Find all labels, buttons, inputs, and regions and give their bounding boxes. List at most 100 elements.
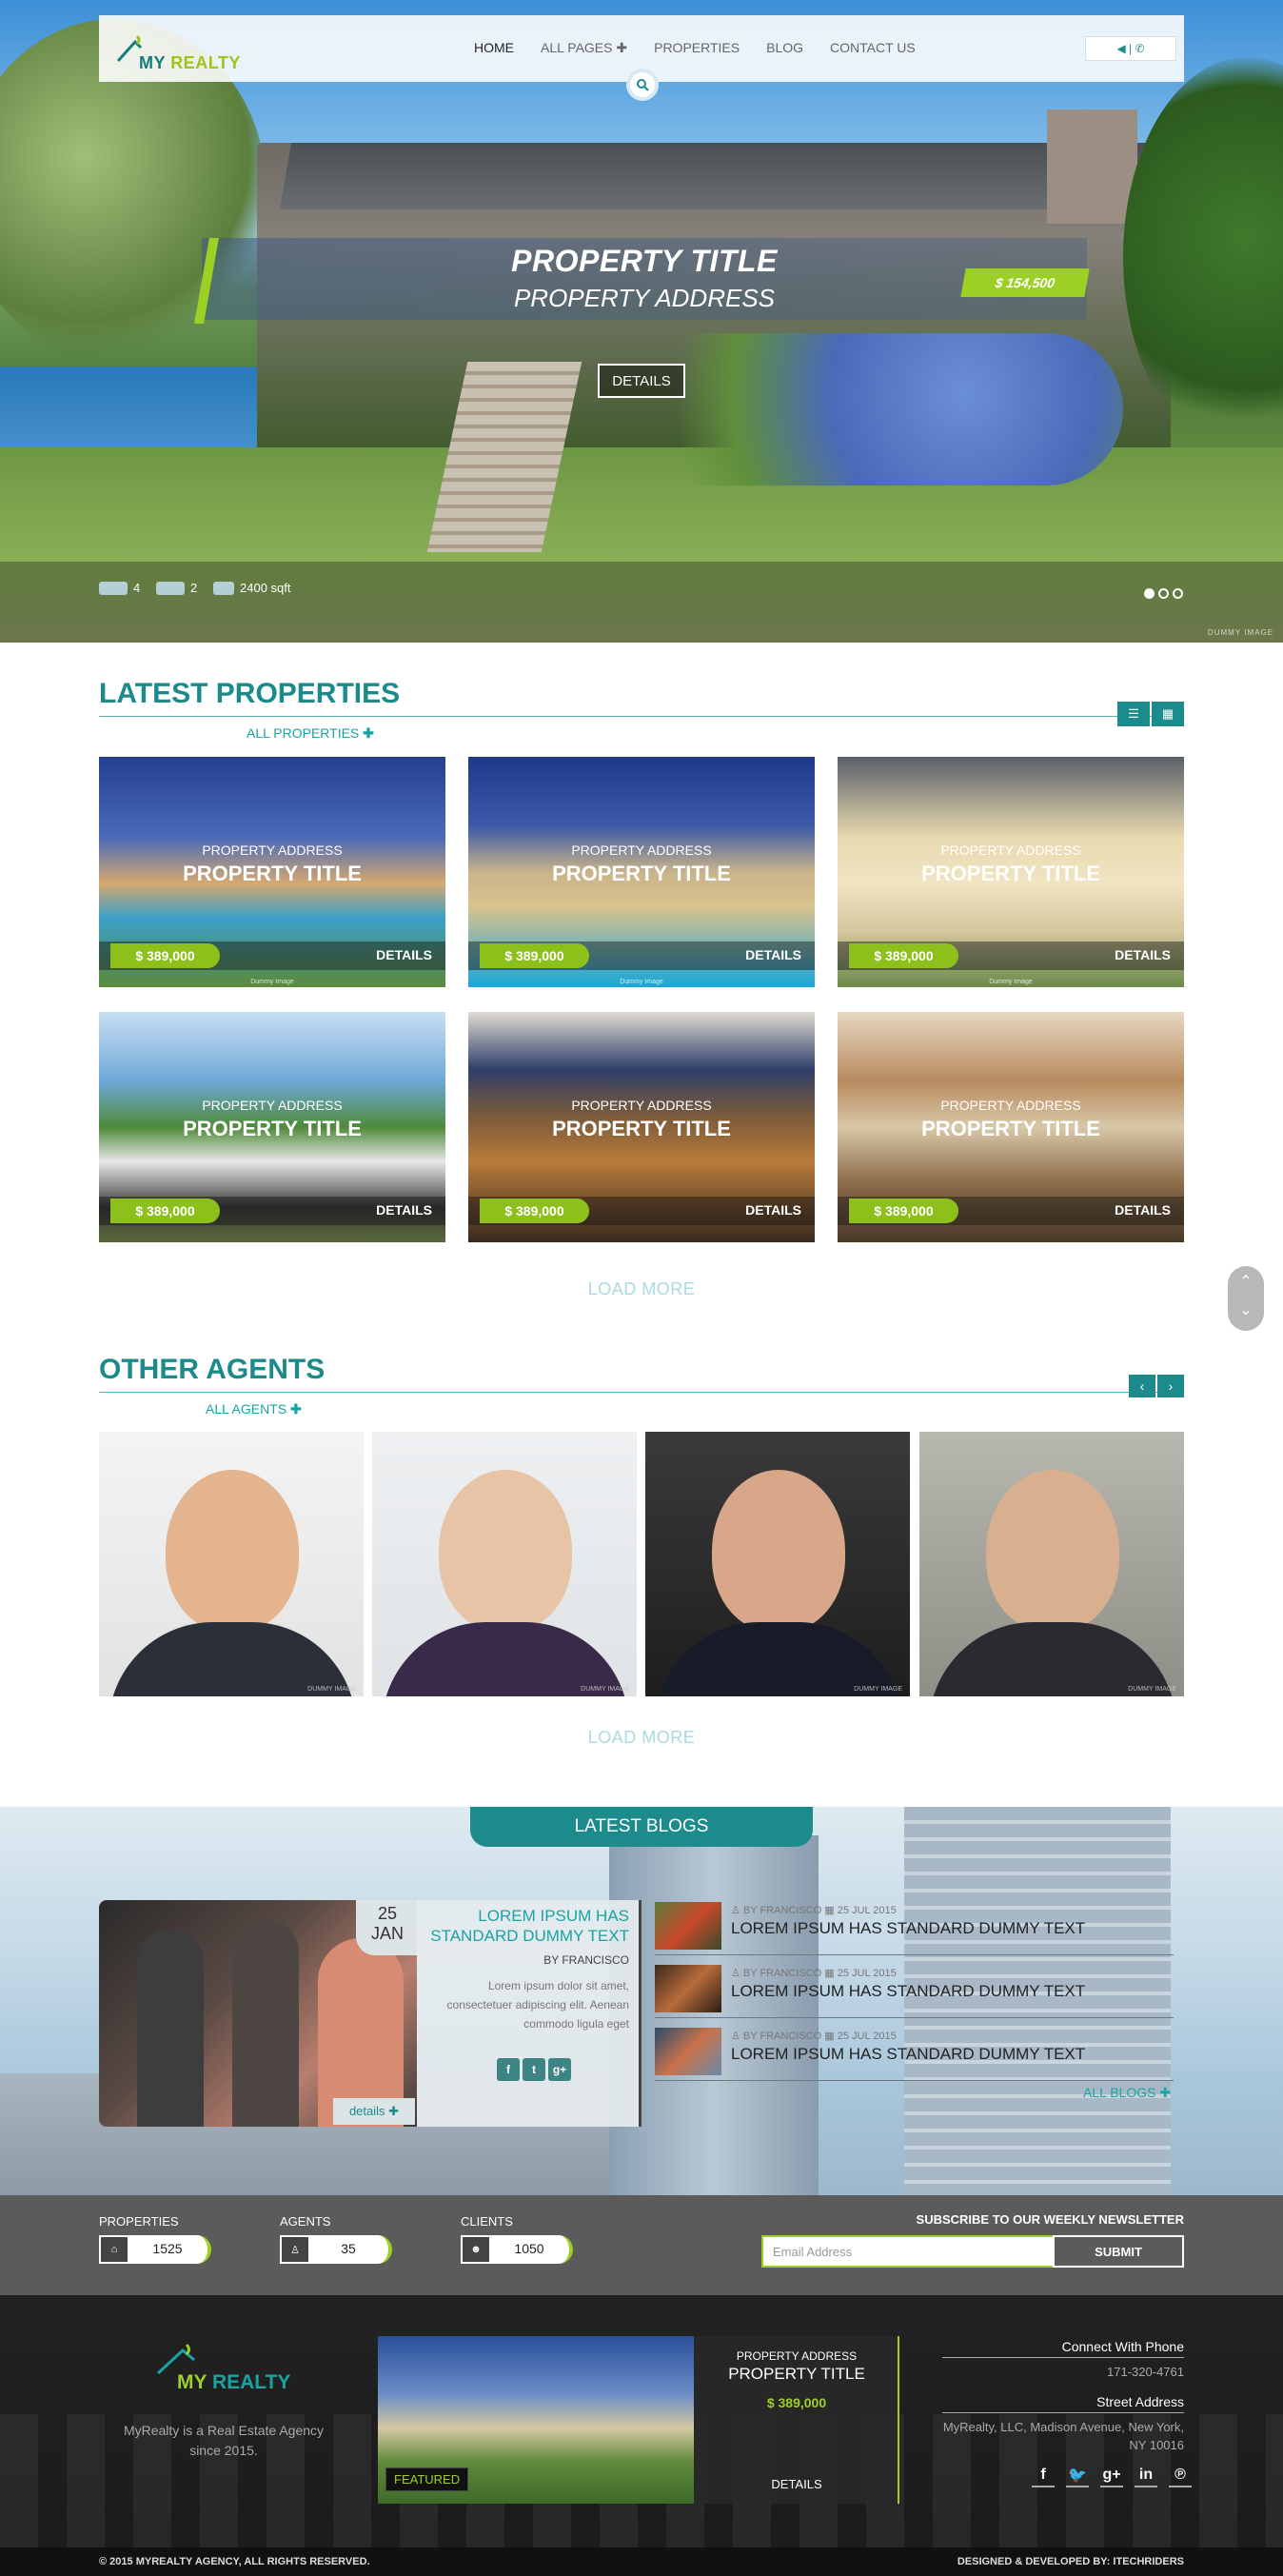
site-logo[interactable]: MY REALTY [109,23,251,76]
footer-bottom-bar: © 2015 MYREALTY AGENCY, ALL RIGHTS RESER… [0,2547,1283,2576]
phone-number[interactable]: 171-320-4761 [942,2363,1184,2381]
property-card[interactable]: PROPERTY ADDRESS PROPERTY TITLE $ 389,00… [838,757,1184,987]
latest-blogs-title: LATEST BLOGS [470,1807,813,1847]
counter-box: ⌂ 1525 [99,2235,211,2264]
property-card[interactable]: PROPERTY ADDRESS PROPERTY TITLE $ 389,00… [838,1012,1184,1242]
bathrooms-value: 2 [190,581,198,595]
featured-details-link[interactable]: DETAILS [694,2477,899,2491]
google-plus-icon[interactable]: g+ [548,2058,571,2081]
property-details-link[interactable]: DETAILS [1115,1202,1171,1218]
bath-icon [156,581,185,595]
blog-list-item[interactable]: ♙ BY FRANCISCO ▦ 25 JUL 2015 LOREM IPSUM… [655,1900,1174,1955]
area-icon [213,581,234,595]
nav-blog[interactable]: BLOG [753,36,817,60]
pinterest-icon[interactable]: ℗ [1169,2465,1192,2487]
blog-thumbnail [655,2028,721,2075]
newsletter-email-input[interactable]: Email Address [761,2235,1053,2268]
all-properties-link[interactable]: ALL PROPERTIES ✚ [247,725,374,742]
agent-card[interactable]: DUMMY IMAGE [919,1432,1184,1696]
blog-image-figure [137,1929,204,2127]
agent-card[interactable]: DUMMY IMAGE [372,1432,637,1696]
address-heading: Street Address [942,2394,1184,2413]
dummy-image-label: Dummy Image [989,979,1033,985]
footer-logo[interactable]: MY REALTY [152,2343,295,2400]
twitter-icon[interactable]: 🐦 [1066,2465,1089,2487]
nav-contact-us[interactable]: CONTACT US [817,36,929,60]
property-price: $ 389,000 [849,943,958,968]
footer-logo-text: MY REALTY [177,2371,291,2393]
all-agents-link[interactable]: ALL AGENTS ✚ [206,1401,302,1417]
newsletter-title: SUBSCRIBE TO OUR WEEKLY NEWSLETTER [916,2212,1184,2227]
blog-list-item[interactable]: ♙ BY FRANCISCO ▦ 25 JUL 2015 LOREM IPSUM… [655,2026,1174,2081]
property-card[interactable]: PROPERTY ADDRESS PROPERTY TITLE $ 389,00… [468,757,815,987]
all-agents-label: ALL AGENTS [206,1401,287,1417]
blog-details-button[interactable]: details ✚ [333,2098,415,2125]
property-price: $ 389,000 [110,943,220,968]
nav-all-pages[interactable]: ALL PAGES ✚ [527,36,641,60]
hero-slider: MY REALTY HOME ALL PAGES ✚ PROPERTIES BL… [0,0,1283,643]
property-details-link[interactable]: DETAILS [745,1202,801,1218]
property-card[interactable]: PROPERTY ADDRESS PROPERTY TITLE $ 389,00… [468,1012,815,1242]
property-title: PROPERTY TITLE [552,862,731,885]
chevron-left-icon[interactable]: ‹ [1129,1375,1155,1397]
facebook-icon[interactable]: f [1032,2465,1055,2487]
featured-blog[interactable]: 25 JAN LOREM IPSUM HAS STANDARD DUMMY TE… [99,1900,642,2127]
blog-meta: ♙ BY FRANCISCO ▦ 25 JUL 2015 [731,1968,897,1979]
dummy-image-label: DUMMY IMAGE [854,1686,902,1693]
stats-newsletter-bar: PROPERTIES ⌂ 1525 AGENTS ♙ 35 CLIENTS ☻ 105… [0,2195,1283,2295]
property-title: PROPERTY TITLE [183,862,362,885]
slider-dot-3[interactable] [1173,588,1183,599]
google-plus-icon[interactable]: g+ [1100,2465,1123,2487]
facebook-icon[interactable]: f [497,2058,520,2081]
blog-meta: ♙ BY FRANCISCO ▦ 25 JUL 2015 [731,1905,897,1916]
linkedin-icon[interactable]: in [1135,2465,1157,2487]
scroll-up-icon[interactable]: ⌃ [1228,1272,1264,1291]
load-more-agents[interactable]: LOAD MORE [0,1728,1283,1748]
list-view-icon[interactable]: ☰ [1117,702,1150,726]
home-icon: ⌂ [101,2237,128,2262]
counter-label: PROPERTIES [99,2214,179,2229]
blog-title[interactable]: LOREM IPSUM HAS STANDARD DUMMY TEXT [731,2045,1085,2064]
slider-dot-2[interactable] [1158,588,1169,599]
featured-blog-title[interactable]: LOREM IPSUM HAS STANDARD DUMMY TEXT [420,1906,629,1946]
all-blogs-link[interactable]: ALL BLOGS ✚ [1083,2085,1171,2101]
slider-dot-1[interactable] [1144,588,1155,599]
nav-properties[interactable]: PROPERTIES [641,36,753,60]
footer-about: MyRealty is a Real Estate Agency since 2… [123,2423,325,2458]
property-details-link[interactable]: DETAILS [1115,947,1171,962]
property-details-link[interactable]: DETAILS [376,947,432,962]
twitter-icon[interactable]: t [523,2058,545,2081]
contact-share-button[interactable]: ◀ | ✆ [1085,36,1176,61]
bed-icon [99,581,128,595]
blog-title[interactable]: LOREM IPSUM HAS STANDARD DUMMY TEXT [731,1919,1085,1938]
agent-photo [986,1470,1119,1632]
chevron-right-icon[interactable]: › [1157,1375,1184,1397]
featured-property-address: PROPERTY ADDRESS [736,2349,858,2363]
scroll-down-icon[interactable]: ⌄ [1228,1300,1264,1319]
property-address: PROPERTY ADDRESS [571,842,712,858]
agent-card[interactable]: DUMMY IMAGE [99,1432,364,1696]
agent-card[interactable]: DUMMY IMAGE [645,1432,910,1696]
load-more-properties[interactable]: LOAD MORE [0,1279,1283,1299]
property-address: PROPERTY ADDRESS [202,1098,343,1113]
blog-list-item[interactable]: ♙ BY FRANCISCO ▦ 25 JUL 2015 LOREM IPSUM… [655,1963,1174,2018]
newsletter-submit-button[interactable]: SUBMIT [1053,2235,1184,2268]
property-card[interactable]: PROPERTY ADDRESS PROPERTY TITLE $ 389,00… [99,757,445,987]
counter-value: 35 [341,2241,356,2256]
grid-view-icon[interactable]: ▦ [1152,702,1184,726]
property-price: $ 389,000 [480,943,589,968]
user-icon: ♙ [282,2237,308,2262]
property-card[interactable]: PROPERTY ADDRESS PROPERTY TITLE $ 389,00… [99,1012,445,1242]
hero-details-button[interactable]: DETAILS [598,364,685,398]
blog-title[interactable]: LOREM IPSUM HAS STANDARD DUMMY TEXT [731,1982,1085,2001]
scroll-control[interactable]: ⌃ ⌄ [1228,1266,1264,1331]
search-icon [637,79,649,91]
blog-date-badge: 25 JAN [356,1900,419,1955]
share-icons: f t g+ [497,2058,571,2081]
nav-home[interactable]: HOME [461,36,527,60]
featured-blog-author: BY FRANCISCO [543,1953,629,1967]
footer-featured-property[interactable]: FEATURED PROPERTY ADDRESS PROPERTY TITLE… [378,2336,899,2504]
search-button[interactable] [626,69,659,101]
property-details-link[interactable]: DETAILS [376,1202,432,1218]
property-details-link[interactable]: DETAILS [745,947,801,962]
